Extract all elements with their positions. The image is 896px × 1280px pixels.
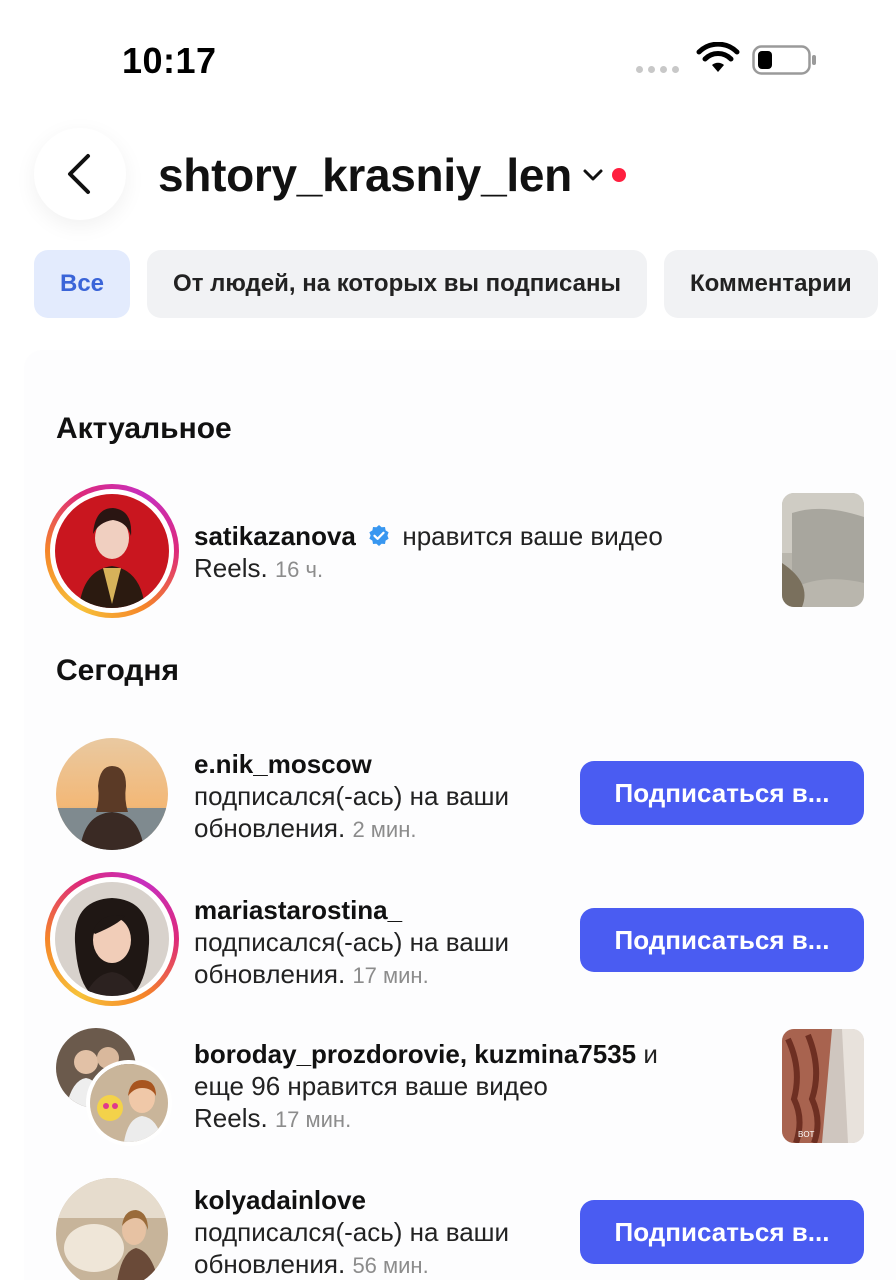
filter-chip-following[interactable]: От людей, на которых вы подписаны [147, 250, 647, 318]
avatar[interactable] [56, 738, 168, 850]
notification-text: e.nik_moscow подписался(-ась) на ваши об… [194, 748, 509, 846]
avatar-photo [55, 494, 169, 608]
media-thumbnail[interactable] [782, 493, 864, 607]
thumbnail-caption: BOT [798, 1130, 815, 1139]
avatar-photo [56, 738, 168, 850]
notification-time: 17 мин. [352, 963, 429, 988]
notification-time: 2 мин. [352, 817, 417, 842]
battery-icon [752, 45, 816, 75]
chevron-down-icon [583, 169, 603, 181]
notification-time: 17 мин. [274, 1107, 352, 1132]
notification-username-2[interactable]: kuzmina7535 [474, 1039, 636, 1069]
notification-action-2: Reels. [194, 1103, 268, 1133]
avatar-photo [90, 1064, 168, 1142]
notification-action: еще 96 нравится ваше видео [194, 1071, 548, 1101]
account-name: shtory_krasniy_len [158, 149, 572, 201]
notification-action-2: обновления. [194, 959, 346, 989]
avatar[interactable] [56, 1178, 168, 1280]
section-title-highlights: Актуальное [56, 412, 232, 445]
status-time: 10:17 [122, 40, 217, 81]
account-switcher[interactable]: shtory_krasniy_len [158, 148, 626, 202]
notification-action: подписался(-ась) на ваши [194, 781, 510, 811]
notification-action-2: Reels. [194, 553, 268, 583]
follow-back-button[interactable]: Подписаться в... [580, 908, 864, 972]
notification-action: подписался(-ась) на ваши [194, 1217, 510, 1247]
notification-action: нравится ваше видео [402, 521, 663, 551]
notification-text: boroday_prozdorovie, kuzmina7535 и еще 9… [194, 1039, 658, 1133]
notification-text: kolyadainlove подписался(-ась) на ваши о… [194, 1184, 509, 1280]
avatar-photo [55, 882, 169, 996]
avatar[interactable] [45, 872, 179, 1006]
unread-dot [611, 168, 626, 182]
notification-username[interactable]: satikazanova [194, 521, 356, 551]
avatar[interactable] [45, 484, 179, 618]
follow-back-button[interactable]: Подписаться в... [580, 761, 864, 825]
notification-username[interactable]: boroday_prozdorovie [194, 1039, 460, 1069]
cellular-signal-icon [636, 66, 679, 73]
notification-action-2: обновления. [194, 1249, 346, 1279]
status-bar: 10:17 [0, 0, 896, 110]
section-title-today: Сегодня [56, 654, 180, 687]
verified-badge-icon [369, 525, 389, 546]
notification-username[interactable]: mariastarostina_ [194, 895, 402, 925]
notification-time: 16 ч. [274, 557, 324, 582]
thumbnail-image [782, 493, 864, 607]
notification-username[interactable]: kolyadainlove [194, 1185, 366, 1215]
follow-back-button[interactable]: Подписаться в... [580, 1200, 864, 1264]
back-button[interactable] [34, 128, 126, 220]
avatar-secondary[interactable] [86, 1060, 172, 1146]
avatar-photo [56, 1178, 168, 1280]
notification-action-2: обновления. [194, 813, 346, 843]
notification-text: mariastarostina_ подписался(-ась) на ваш… [194, 894, 509, 992]
notification-time: 56 мин. [352, 1253, 429, 1278]
notification-username[interactable]: e.nik_moscow [194, 749, 372, 779]
chevron-left-icon [68, 154, 90, 194]
filter-chip-comments[interactable]: Комментарии [663, 250, 878, 318]
notification-text: satikazanova нравится ваше видео Reels. … [194, 520, 663, 586]
wifi-icon [696, 42, 740, 72]
thumbnail-image: BOT [782, 1029, 864, 1143]
notification-action: подписался(-ась) на ваши [194, 927, 510, 957]
filter-chips: Все От людей, на которых вы подписаны Ко… [34, 250, 878, 318]
media-thumbnail[interactable]: BOT [782, 1029, 864, 1143]
notification-connector: и [643, 1039, 658, 1069]
filter-chip-all[interactable]: Все [34, 250, 131, 318]
